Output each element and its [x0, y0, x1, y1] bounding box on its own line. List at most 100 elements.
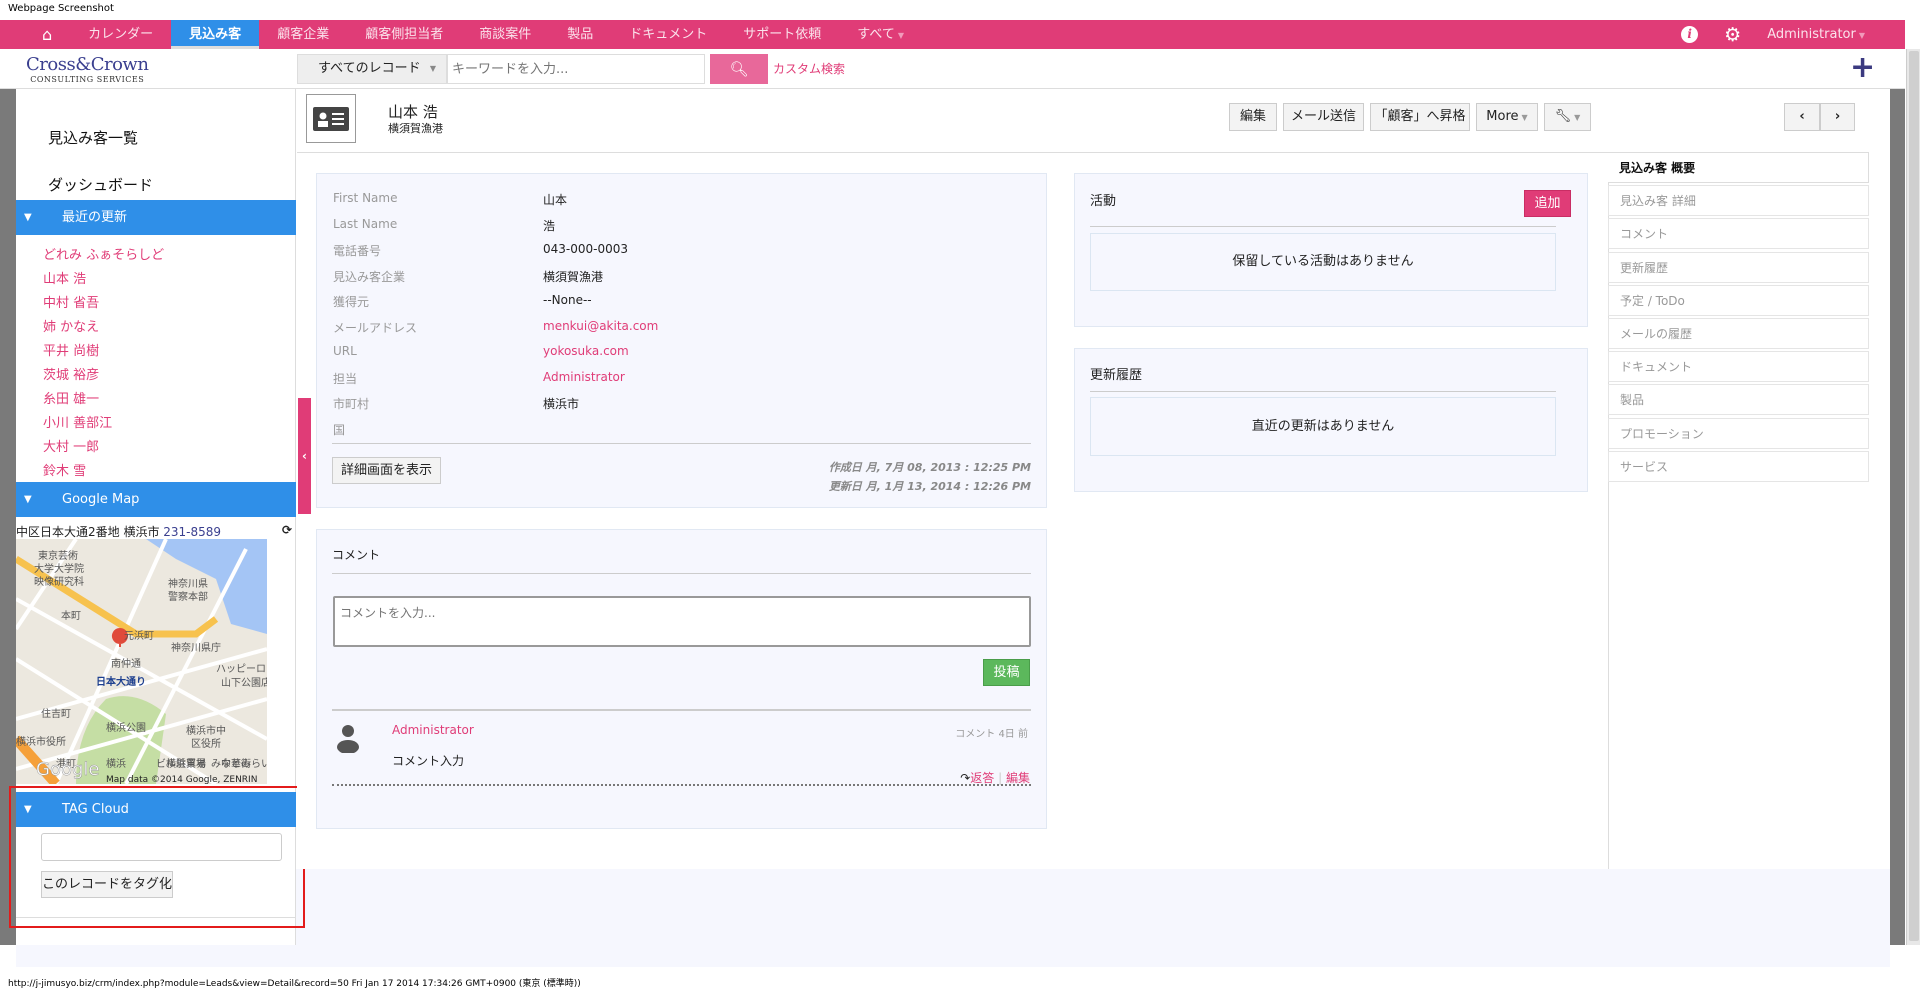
comment-textarea[interactable] — [333, 596, 1031, 647]
field-value[interactable]: Administrator — [543, 370, 625, 384]
nav-calendar[interactable]: カレンダー — [70, 20, 171, 49]
section-title: Google Map — [62, 492, 140, 507]
field-label: 市町村 — [333, 397, 370, 411]
edit-button[interactable]: 編集 — [1229, 103, 1277, 131]
search-input[interactable] — [447, 54, 705, 84]
lead-card-icon — [306, 94, 356, 143]
scrollbar-thumb[interactable] — [1909, 51, 1919, 941]
status-url: http://j-jimusyo.biz/crm/index.php?modul… — [8, 979, 581, 989]
nav-opportunities[interactable]: 商談案件 — [461, 20, 549, 49]
tools-dropdown[interactable]: 🔧︎ ▼ — [1544, 103, 1591, 131]
edit-comment-link[interactable]: 編集 — [1006, 771, 1030, 785]
page-scrollbar[interactable] — [1906, 49, 1920, 945]
sidebar-dashboard[interactable]: ダッシュボード — [48, 174, 153, 195]
search-button[interactable]: 🔍︎ — [710, 54, 768, 84]
tab-9[interactable]: サービス — [1608, 450, 1869, 482]
field-value: 横浜市 — [543, 397, 580, 411]
recent-item[interactable]: 平井 尚樹 — [43, 340, 99, 359]
chevron-left-icon: ‹ — [1799, 109, 1805, 124]
reply-icon: ↷ — [960, 771, 971, 785]
recent-item[interactable]: 中村 省吾 — [43, 292, 99, 311]
tab-1[interactable]: 見込み客 詳細 — [1608, 185, 1869, 217]
address-text: 中区日本大通2番地 横浜市 — [16, 525, 160, 539]
search-scope-select[interactable]: すべてのレコード ▼ — [297, 54, 447, 84]
google-map-header[interactable]: ▼ Google Map — [16, 482, 296, 517]
modified-time: 更新日 月, 1月 13, 2014 : 12:26 PM — [828, 480, 1031, 493]
tab-8[interactable]: プロモーション — [1608, 417, 1869, 449]
field-value: 043-000-0003 — [543, 242, 629, 256]
field-label: 見込み客企業 — [333, 269, 406, 284]
convert-lead-button[interactable]: 「顧客」へ昇格 — [1370, 103, 1470, 131]
recent-item[interactable]: 茨城 裕彦 — [43, 364, 99, 383]
refresh-icon[interactable]: ⟳ — [282, 523, 292, 537]
nav-products[interactable]: 製品 — [549, 20, 611, 49]
field-value[interactable]: menkui@akita.com — [543, 319, 658, 333]
recent-updates-header[interactable]: ▼ 最近の更新 — [16, 200, 296, 235]
recent-item[interactable]: 山本 浩 — [43, 268, 86, 287]
more-dropdown[interactable]: More ▼ — [1476, 103, 1538, 131]
tab-5[interactable]: メールの履歴 — [1608, 318, 1869, 349]
nav-leads[interactable]: 見込み客 — [171, 20, 260, 49]
next-record-button[interactable]: › — [1820, 103, 1855, 131]
field-value: --None-- — [543, 293, 592, 307]
map-label: 神奈川県庁 — [171, 641, 221, 654]
nav-contacts[interactable]: 顧客側担当者 — [347, 20, 461, 49]
caret-down-icon: ▼ — [1521, 113, 1528, 122]
map-label: 日本大通り — [96, 675, 146, 688]
nav-all-menu[interactable]: すべて ▼ — [839, 20, 922, 49]
recent-item[interactable]: 糸田 雄一 — [43, 388, 99, 407]
tab-0[interactable]: 見込み客 概要 — [1608, 152, 1869, 183]
google-map[interactable]: 東京芸術大学大学院映像研究科 神奈川県警察本部本町元浜町神奈川県庁南仲通日本大通り… — [16, 539, 267, 784]
home-icon[interactable]: ⌂ — [0, 20, 70, 49]
tab-4[interactable]: 予定 / ToDo — [1608, 284, 1869, 316]
field-label: メールアドレス — [333, 320, 418, 335]
record-company: 横須賀漁港 — [388, 122, 443, 135]
user-menu[interactable]: Administrator ▼ — [1767, 27, 1865, 42]
field-label: Last Name — [333, 216, 398, 231]
post-comment-button[interactable]: 投稿 — [983, 659, 1030, 686]
sidebar-leads-list[interactable]: 見込み客一覧 — [48, 127, 138, 148]
record-name: 山本 浩 — [388, 103, 438, 121]
gear-icon[interactable]: ⚙ — [1724, 24, 1741, 46]
field-value[interactable]: yokosuka.com — [543, 344, 629, 358]
recent-item[interactable]: 小川 善部江 — [43, 412, 112, 431]
field-label: 国 — [333, 422, 346, 437]
collapse-sidebar-button[interactable]: ‹ — [298, 398, 311, 514]
field-value: 浩 — [543, 218, 556, 233]
field-label: 担当 — [333, 371, 358, 386]
tab-6[interactable]: ドキュメント — [1608, 351, 1869, 383]
send-mail-button[interactable]: メール送信 — [1283, 103, 1364, 131]
map-label: 神奈川県 — [168, 577, 208, 590]
recent-item[interactable]: 大村 一郎 — [43, 436, 99, 455]
user-avatar-icon — [337, 725, 359, 753]
recent-item[interactable]: 鈴木 雪 — [43, 460, 86, 479]
activity-empty: 保留している活動はありません — [1090, 233, 1556, 291]
custom-search-link[interactable]: カスタム検索 — [773, 60, 845, 77]
tab-3[interactable]: 更新履歴 — [1608, 251, 1869, 283]
plus-icon[interactable]: + — [1850, 50, 1875, 85]
field-label: First Name — [333, 191, 398, 205]
tab-7[interactable]: 製品 — [1608, 384, 1869, 416]
prev-record-button[interactable]: ‹ — [1784, 103, 1820, 131]
show-full-details-button[interactable]: 詳細画面を表示 — [332, 457, 441, 484]
map-label: 南仲通 — [111, 657, 141, 670]
caret-down-icon: ▼ — [429, 64, 436, 73]
nav-tickets[interactable]: サポート依頼 — [725, 20, 839, 49]
recent-item[interactable]: 姉 かなえ — [43, 316, 99, 335]
divider — [1090, 226, 1556, 227]
company-logo[interactable]: Cross&Crown CONSULTING SERVICES — [26, 54, 149, 84]
reply-link[interactable]: 返答 — [970, 771, 994, 785]
recent-item[interactable]: どれみ ふぁそらしど — [43, 244, 164, 263]
add-activity-button[interactable]: 追加 — [1524, 190, 1571, 217]
nav-documents[interactable]: ドキュメント — [611, 20, 725, 49]
tab-2[interactable]: コメント — [1608, 218, 1869, 250]
inner-scrollbar[interactable] — [1890, 89, 1905, 945]
map-label: 本町 — [61, 609, 81, 622]
top-nav: ⌂ カレンダー 見込み客 顧客企業 顧客側担当者 商談案件 製品 ドキュメント … — [0, 20, 1905, 49]
map-label: 山下公園店 — [221, 676, 267, 689]
info-icon[interactable]: i — [1681, 26, 1699, 43]
comment-author[interactable]: Administrator — [392, 723, 474, 737]
map-label: 横浜 — [106, 757, 126, 770]
collapse-triangle-icon: ▼ — [24, 494, 32, 505]
nav-accounts[interactable]: 顧客企業 — [259, 20, 347, 49]
